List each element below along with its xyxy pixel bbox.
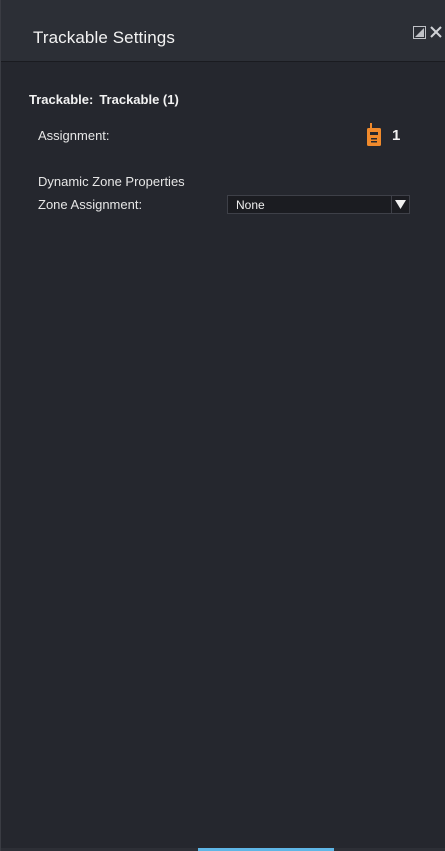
zone-assignment-select[interactable]: None [227, 195, 410, 214]
trackable-heading: Trackable: Trackable (1) [29, 92, 179, 107]
zone-assignment-label: Zone Assignment: [38, 197, 143, 212]
assignment-label: Assignment: [38, 128, 110, 143]
undock-icon[interactable] [413, 25, 426, 39]
panel-header: Trackable Settings [1, 0, 445, 62]
trackable-label: Trackable: [29, 92, 94, 107]
header-controls [413, 25, 443, 39]
trackable-name: Trackable (1) [99, 92, 179, 107]
trackable-settings-panel: Trackable Settings Trackable: Trackable (… [0, 0, 445, 851]
chevron-down-icon[interactable] [391, 196, 409, 213]
zone-assignment-value: None [236, 198, 265, 212]
close-icon[interactable] [429, 25, 443, 39]
dynamic-zone-section-label: Dynamic Zone Properties [38, 174, 185, 189]
assignment-count: 1 [392, 127, 401, 144]
panel-title: Trackable Settings [33, 28, 175, 47]
tag-device-icon[interactable] [367, 123, 381, 151]
